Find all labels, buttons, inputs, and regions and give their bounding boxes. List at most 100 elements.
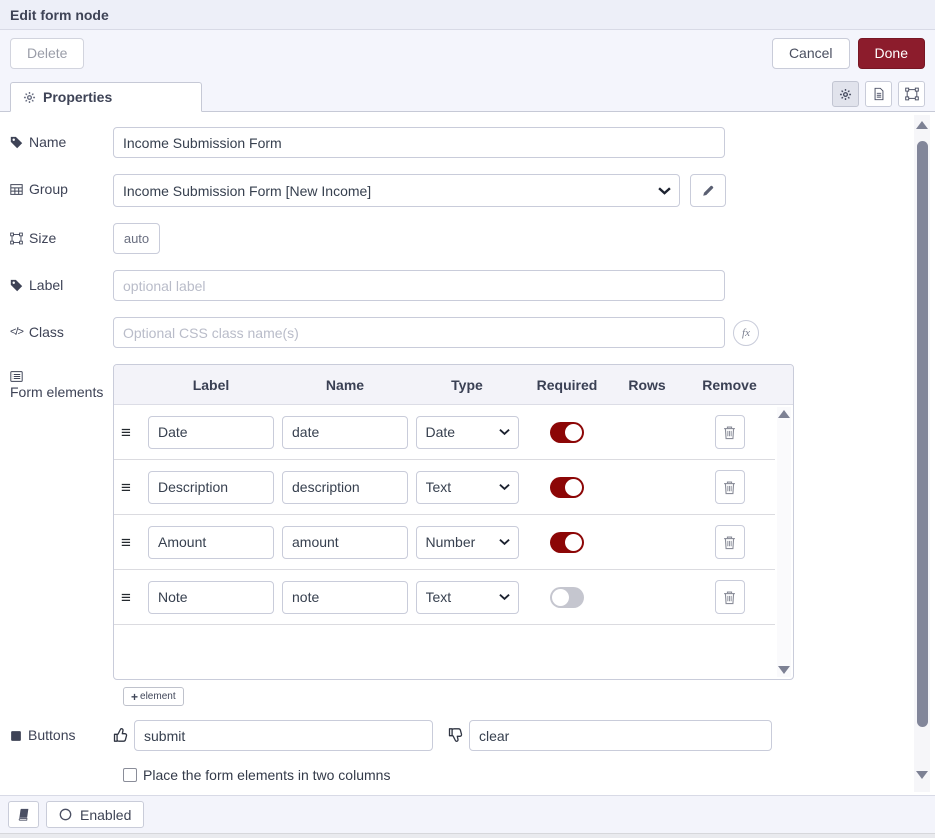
code-icon: </> (10, 323, 23, 342)
element-name-input[interactable] (282, 581, 408, 614)
size-field-row: Size auto (10, 223, 899, 254)
group-select[interactable]: Income Submission Form [New Income] (113, 174, 680, 207)
form-elements-rows: ≡ Date (114, 405, 793, 679)
class-field-row: </> Class fx (10, 317, 899, 348)
table-scrollbar[interactable] (777, 407, 791, 677)
drag-handle-icon[interactable]: ≡ (121, 534, 131, 551)
element-name-input[interactable] (282, 471, 408, 504)
two-columns-checkbox[interactable] (123, 768, 137, 782)
properties-view-button[interactable] (832, 81, 859, 107)
enabled-label: Enabled (80, 807, 131, 823)
drag-handle-icon[interactable]: ≡ (121, 589, 131, 606)
element-label-input[interactable] (148, 471, 274, 504)
element-type-select[interactable]: Text (416, 471, 519, 504)
dialog-title: Edit form node (10, 7, 109, 23)
dialog-title-bar: Edit form node (0, 0, 935, 30)
description-view-button[interactable] (865, 81, 892, 107)
tab-properties-label: Properties (43, 89, 112, 105)
buttons-label: Buttons (10, 720, 113, 745)
scroll-down-icon[interactable] (916, 771, 928, 779)
form-element-row: ≡ Text (114, 570, 775, 625)
appearance-view-button[interactable] (898, 81, 925, 107)
tab-properties[interactable]: Properties (10, 82, 202, 112)
gear-icon (839, 88, 852, 101)
list-alt-icon (10, 370, 23, 383)
drag-handle-icon[interactable]: ≡ (121, 479, 131, 496)
name-input[interactable] (113, 127, 725, 158)
book-icon (16, 808, 31, 821)
required-toggle[interactable] (550, 532, 584, 553)
header-rows: Rows (612, 377, 682, 393)
delete-element-button[interactable] (715, 415, 745, 449)
submit-button-input[interactable] (134, 720, 433, 751)
cancel-button[interactable]: Cancel (772, 38, 850, 69)
class-label: </> Class (10, 317, 113, 342)
group-label: Group (10, 174, 113, 199)
node-help-button[interactable] (8, 801, 39, 828)
element-label-input[interactable] (148, 526, 274, 559)
scroll-up-icon[interactable] (778, 410, 790, 418)
delete-element-button[interactable] (715, 470, 745, 504)
class-label-text: Class (29, 323, 64, 342)
label-input[interactable] (113, 270, 725, 301)
object-group-icon (905, 87, 919, 101)
trash-icon (723, 535, 736, 550)
scrollbar-thumb[interactable] (917, 141, 928, 727)
edit-group-button[interactable] (690, 174, 726, 207)
add-element-button[interactable]: + element (123, 687, 184, 706)
dialog-footer: Enabled (0, 795, 935, 833)
drag-handle-icon[interactable]: ≡ (121, 424, 131, 441)
size-auto-button[interactable]: auto (113, 223, 160, 254)
scroll-down-icon[interactable] (778, 666, 790, 674)
square-icon (10, 730, 22, 742)
thumbs-up-icon (113, 727, 129, 743)
required-toggle[interactable] (550, 477, 584, 498)
size-label: Size (10, 223, 113, 248)
group-field-row: Group Income Submission Form [New Income… (10, 174, 899, 207)
delete-button[interactable]: Delete (10, 38, 84, 69)
panel-scrollbar[interactable] (914, 115, 930, 792)
delete-element-button[interactable] (715, 580, 745, 614)
form-elements-row: Form elements Label Name Type Required R… (10, 364, 899, 680)
element-name-input[interactable] (282, 416, 408, 449)
form-elements-table: Label Name Type Required Rows Remove ≡ D… (113, 364, 794, 680)
editor-tab-bar: Properties (0, 76, 935, 112)
size-label-text: Size (29, 229, 56, 248)
edit-form-node-dialog: Edit form node Delete Cancel Done Proper… (0, 0, 935, 838)
element-name-input[interactable] (282, 526, 408, 559)
class-input[interactable] (113, 317, 725, 348)
element-type-select[interactable]: Number (416, 526, 519, 559)
element-label-input[interactable] (148, 416, 274, 449)
required-toggle[interactable] (550, 422, 584, 443)
properties-panel: Name Group Income Submission Form [New I… (0, 112, 935, 795)
element-type-select[interactable]: Date (416, 416, 519, 449)
scroll-up-icon[interactable] (916, 121, 928, 129)
tag-icon (10, 279, 23, 292)
pencil-icon (702, 184, 715, 197)
two-columns-label: Place the form elements in two columns (143, 767, 390, 783)
fx-badge-icon: fx (733, 320, 759, 346)
trash-icon (723, 425, 736, 440)
element-type-select[interactable]: Text (416, 581, 519, 614)
delete-element-button[interactable] (715, 525, 745, 559)
dialog-toolbar: Delete Cancel Done (0, 30, 935, 76)
group-label-text: Group (29, 180, 68, 199)
header-remove: Remove (682, 377, 777, 393)
node-enabled-button[interactable]: Enabled (46, 801, 144, 828)
done-button[interactable]: Done (858, 38, 925, 69)
element-label-input[interactable] (148, 581, 274, 614)
header-required: Required (522, 377, 612, 393)
form-elements-table-header: Label Name Type Required Rows Remove (114, 365, 793, 405)
clear-button-input[interactable] (469, 720, 772, 751)
label-label: Label (10, 270, 113, 295)
tab-action-buttons (832, 81, 925, 107)
required-toggle[interactable] (550, 587, 584, 608)
add-element-label: element (140, 691, 176, 702)
trash-icon (723, 480, 736, 495)
plus-icon: + (131, 691, 138, 703)
table-icon (10, 183, 23, 196)
form-element-row: ≡ Number (114, 515, 775, 570)
buttons-field-row: Buttons (10, 720, 899, 751)
object-group-icon (10, 232, 23, 245)
label-field-row: Label (10, 270, 899, 301)
